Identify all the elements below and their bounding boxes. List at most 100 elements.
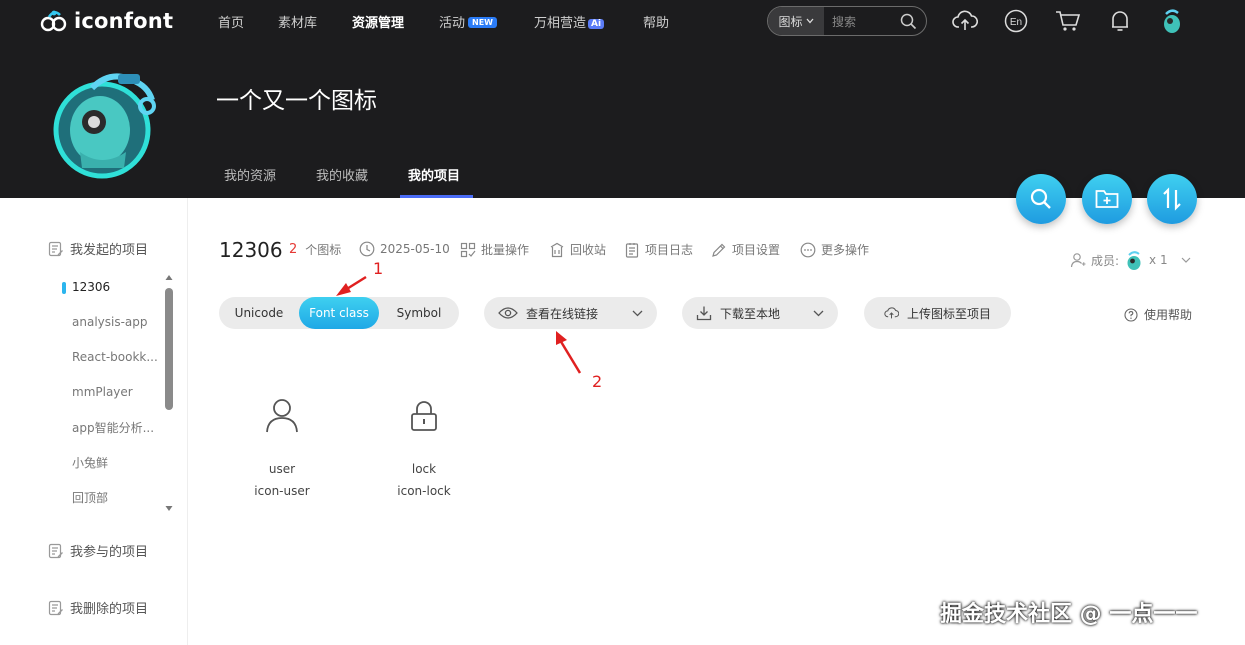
- nav-item-activity-label: 活动: [439, 16, 466, 31]
- project-date: 2025-05-10: [359, 241, 450, 257]
- active-tab-underline: [400, 195, 473, 198]
- sidebar-project-back-to-top[interactable]: 回顶部: [72, 489, 108, 506]
- nav-item-wanxiang[interactable]: 万相营造 Ai: [534, 12, 605, 31]
- project-settings-button[interactable]: 项目设置: [711, 241, 780, 258]
- download-icon: [696, 306, 712, 321]
- new-badge: NEW: [468, 17, 497, 28]
- project-settings-label: 项目设置: [732, 243, 781, 257]
- nav-item-activity[interactable]: 活动 NEW: [439, 12, 497, 31]
- fab-search-button[interactable]: [1016, 174, 1066, 224]
- section-initiated-label: 我发起的项目: [70, 243, 149, 258]
- chevron-down-icon: [632, 310, 643, 316]
- upload-icons-label: 上传图标至项目: [906, 306, 991, 321]
- profile-header: 一个又一个图标 我的资源 我的收藏 我的项目: [0, 42, 1245, 198]
- download-local-label: 下载至本地: [720, 306, 781, 321]
- watermark: 掘金技术社区 @ 一点一一: [940, 602, 1198, 627]
- log-icon: [625, 242, 639, 258]
- annotation-label-1: 1: [373, 259, 384, 278]
- project-log-button[interactable]: 项目日志: [624, 241, 693, 258]
- view-online-link-label: 查看在线链接: [526, 306, 599, 321]
- eye-icon: [498, 307, 518, 319]
- section-deleted-label: 我删除的项目: [70, 602, 149, 617]
- section-deleted-projects[interactable]: 我删除的项目: [48, 598, 148, 617]
- search-icon[interactable]: [900, 13, 917, 30]
- tab-my-favorites[interactable]: 我的收藏: [316, 165, 368, 184]
- project-sidebar: 我发起的项目 12306 analysis-app React-bookk...…: [0, 198, 188, 645]
- usage-help-label: 使用帮助: [1144, 308, 1193, 322]
- view-online-link-button[interactable]: 查看在线链接: [484, 297, 657, 329]
- search-type-label: 图标: [778, 14, 803, 29]
- section-initiated-projects[interactable]: 我发起的项目: [48, 239, 148, 258]
- members-dropdown[interactable]: 成员: x 1: [1070, 250, 1191, 270]
- cloud-upload-icon: [884, 307, 899, 319]
- icon-count: 2 个图标: [289, 241, 341, 258]
- cart-icon[interactable]: [1055, 8, 1081, 34]
- logo-text: iconfont: [74, 9, 174, 33]
- segment-symbol[interactable]: Symbol: [379, 297, 459, 329]
- more-dots-icon: [800, 242, 816, 257]
- icon-name: lock: [411, 462, 437, 476]
- project-log-label: 项目日志: [645, 243, 694, 257]
- icon-card-lock[interactable]: lock icon-lock: [379, 393, 469, 498]
- nav-item-help[interactable]: 帮助: [643, 12, 669, 31]
- batch-grid-icon: [460, 242, 476, 257]
- language-en-icon[interactable]: En: [1003, 8, 1029, 34]
- chevron-down-icon: [806, 18, 813, 24]
- icon-class-name: icon-user: [254, 484, 310, 498]
- members-label: 成员:: [1091, 253, 1120, 268]
- member-avatar: [1127, 251, 1141, 270]
- download-local-button[interactable]: 下载至本地: [682, 297, 838, 329]
- sidebar-project-react-bookkeeping[interactable]: React-bookk...: [72, 350, 158, 364]
- icon-card-user[interactable]: user icon-user: [237, 393, 327, 498]
- segment-unicode[interactable]: Unicode: [219, 297, 299, 329]
- more-actions-button[interactable]: 更多操作: [800, 241, 869, 258]
- bell-icon[interactable]: [1107, 8, 1133, 34]
- lock-icon: [411, 401, 437, 431]
- sidebar-project-12306[interactable]: 12306: [72, 280, 110, 294]
- fab-add-folder-button[interactable]: [1082, 174, 1132, 224]
- tab-my-resources[interactable]: 我的资源: [224, 165, 276, 184]
- project-title: 12306: [219, 238, 283, 262]
- annotation-arrow-1: [336, 275, 367, 296]
- sidebar-project-xiaotuxian[interactable]: 小兔鲜: [72, 454, 108, 471]
- code-type-segmented-control: Unicode Font class Symbol: [219, 297, 459, 329]
- batch-operation-label: 批量操作: [481, 243, 530, 257]
- ai-badge: Ai: [588, 19, 605, 29]
- help-circle-icon: [1124, 307, 1138, 322]
- annotation-label-2: 2: [592, 372, 603, 391]
- recycle-bin-button[interactable]: 回收站: [549, 241, 606, 258]
- icon-count-number: 2: [289, 242, 298, 257]
- chevron-down-icon: [813, 310, 824, 316]
- nav-item-resources[interactable]: 资源管理: [352, 12, 404, 31]
- search-box: 图标 搜索: [767, 6, 927, 36]
- section-joined-label: 我参与的项目: [70, 545, 149, 560]
- add-folder-icon: [1095, 190, 1119, 208]
- upload-icon[interactable]: [952, 8, 978, 34]
- iconfont-logo[interactable]: iconfont: [40, 7, 173, 35]
- nav-item-materials[interactable]: 素材库: [278, 12, 317, 31]
- user-avatar[interactable]: [1159, 8, 1185, 34]
- batch-operation-button[interactable]: 批量操作: [460, 241, 529, 258]
- fab-sort-button[interactable]: [1147, 174, 1197, 224]
- active-project-indicator: [62, 282, 66, 294]
- search-type-select[interactable]: 图标: [768, 7, 824, 35]
- profile-avatar[interactable]: [52, 60, 160, 180]
- project-list-icon: [48, 241, 63, 256]
- edit-pencil-icon: [712, 243, 726, 257]
- sidebar-project-analysis-app[interactable]: analysis-app: [72, 315, 148, 329]
- search-icon: [1030, 188, 1051, 209]
- language-label: En: [1010, 17, 1022, 28]
- section-joined-projects[interactable]: 我参与的项目: [48, 541, 148, 560]
- upload-icons-button[interactable]: 上传图标至项目: [864, 297, 1011, 329]
- more-actions-label: 更多操作: [821, 243, 870, 257]
- members-count: x 1: [1149, 253, 1168, 267]
- scrollbar-thumb[interactable]: [165, 288, 173, 410]
- usage-help-link[interactable]: 使用帮助: [1124, 306, 1192, 323]
- segment-font-class[interactable]: Font class: [299, 297, 379, 329]
- nav-item-home[interactable]: 首页: [218, 12, 244, 31]
- tab-my-projects[interactable]: 我的项目: [408, 165, 460, 184]
- project-list-icon: [48, 543, 63, 558]
- sidebar-project-mmplayer[interactable]: mmPlayer: [72, 385, 133, 399]
- search-input[interactable]: 搜索: [832, 13, 900, 30]
- sidebar-project-app-analysis[interactable]: app智能分析...: [72, 419, 154, 436]
